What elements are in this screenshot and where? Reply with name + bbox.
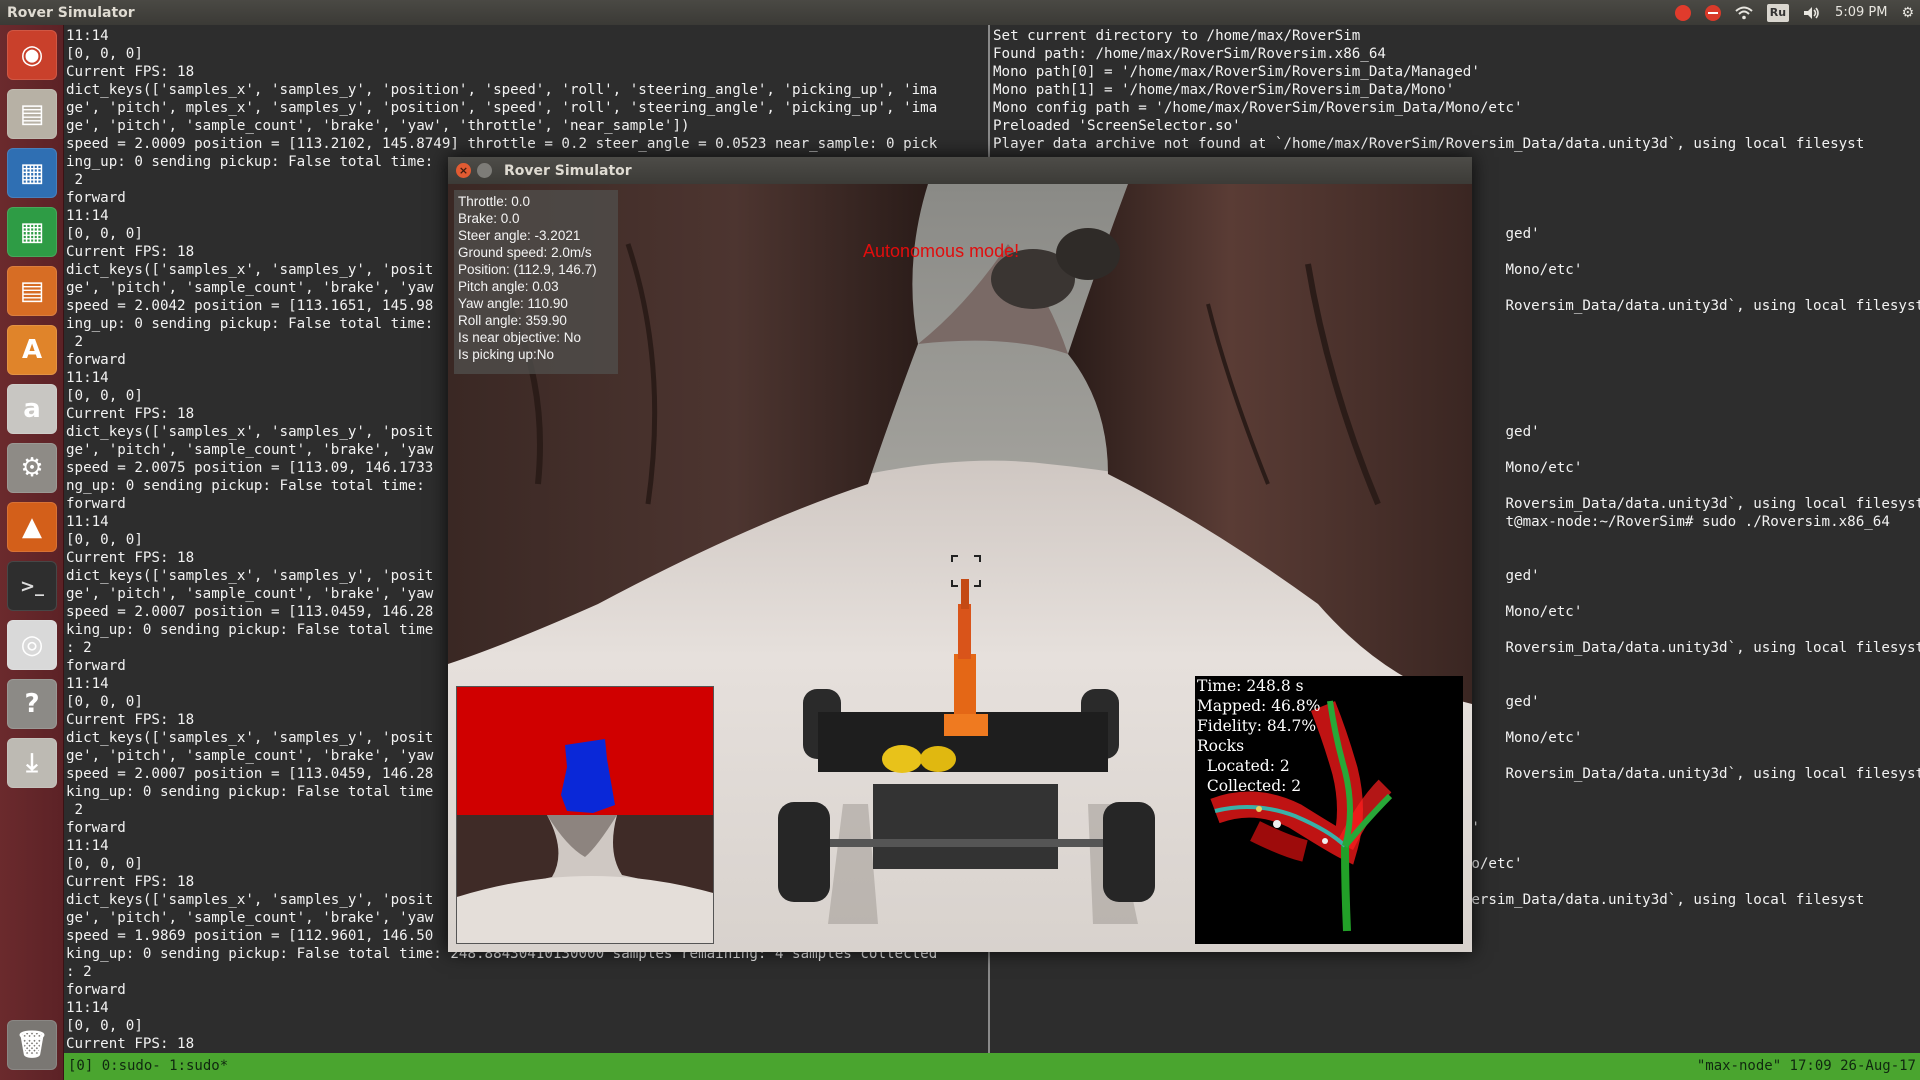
telemetry-line: Pitch angle: 0.03 bbox=[458, 279, 559, 294]
telemetry-panel: Throttle: 0.0 Brake: 0.0 Steer angle: -3.2… bbox=[454, 190, 618, 374]
launcher-vlc-icon[interactable]: ▲ bbox=[7, 502, 57, 552]
terminal-line: Current FPS: 18 bbox=[66, 64, 195, 80]
top-panel: Rover Simulator Ru 5:09 PM ⚙ bbox=[0, 0, 1920, 25]
stat-collected: Collected: 2 bbox=[1197, 777, 1302, 795]
active-app-title: Rover Simulator bbox=[7, 4, 135, 21]
minimize-icon[interactable] bbox=[477, 163, 492, 178]
stat-located: Located: 2 bbox=[1197, 757, 1290, 775]
wifi-icon[interactable] bbox=[1735, 4, 1753, 22]
stat-time: Time: 248.8 s bbox=[1197, 677, 1304, 695]
stat-rocks: Rocks bbox=[1197, 737, 1245, 755]
launcher-impress-icon[interactable]: ▤ bbox=[7, 266, 57, 316]
terminal-line: Mono path[1] = '/home/max/RoverSim/Rover… bbox=[993, 82, 1455, 98]
telemetry-line: Yaw angle: 110.90 bbox=[458, 296, 568, 311]
launcher-ubuntu-dash-icon[interactable]: ◉ bbox=[7, 30, 57, 80]
launcher-system-settings-icon[interactable]: ⚙ bbox=[7, 443, 57, 493]
telemetry-line: Throttle: 0.0 bbox=[458, 194, 531, 209]
stat-fidelity: Fidelity: 84.7% bbox=[1197, 717, 1317, 735]
terminal-line: speed = 2.0009 position = [113.2102, 145… bbox=[66, 136, 938, 152]
terminal-line: ge', 'pitch', 'sample_count', 'brake', '… bbox=[66, 118, 690, 134]
stat-mapped: Mapped: 46.8% bbox=[1197, 697, 1321, 715]
window-titlebar[interactable]: × Rover Simulator bbox=[448, 157, 1472, 184]
launcher-install-icon[interactable]: ⤓ bbox=[7, 738, 57, 788]
terminal-line: 11:14 bbox=[66, 1000, 109, 1016]
tmux-window-list[interactable]: [0] 0:sudo- 1:sudo* bbox=[68, 1053, 228, 1080]
launcher-calc-icon[interactable]: ▦ bbox=[7, 207, 57, 257]
rover-simulator-window[interactable]: × Rover Simulator Throttle: 0.0 Brake: 0… bbox=[448, 157, 1472, 952]
launcher-help-icon[interactable]: ? bbox=[7, 679, 57, 729]
telemetry-line: Ground speed: 2.0m/s bbox=[458, 245, 592, 260]
launcher-chrome-icon[interactable]: ◎ bbox=[7, 620, 57, 670]
settings-gear-icon[interactable]: ⚙ bbox=[1901, 4, 1914, 22]
launcher-files-icon[interactable]: ▤ bbox=[7, 89, 57, 139]
launcher-writer-icon[interactable]: ▦ bbox=[7, 148, 57, 198]
launcher-terminal-icon[interactable]: >_ bbox=[7, 561, 57, 611]
terminal-line: [0, 0, 0] bbox=[66, 46, 143, 62]
terminal-line: forward bbox=[66, 982, 126, 998]
worldmap-inset: Time: 248.8 s Mapped: 46.8% Fidelity: 84.7… bbox=[1195, 676, 1463, 944]
map-stats: Time: 248.8 s Mapped: 46.8% Fidelity: 84.7… bbox=[1197, 676, 1320, 796]
close-icon[interactable]: × bbox=[456, 163, 471, 178]
launcher-trash-icon[interactable]: 🗑 bbox=[7, 1020, 57, 1070]
vision-render bbox=[457, 687, 713, 943]
terminal-line: [0, 0, 0] bbox=[66, 1018, 143, 1034]
mode-label: Autonomous mode! bbox=[863, 241, 1020, 261]
volume-icon[interactable] bbox=[1803, 4, 1821, 22]
rover-vision-inset bbox=[456, 686, 714, 944]
terminal-line: dict_keys(['samples_x', 'samples_y', 'po… bbox=[66, 82, 938, 98]
launcher: ◉ ▤ ▦ ▦ ▤ Aa ⚙ ▲ >_ ◎? ⤓ 🗑 bbox=[0, 25, 64, 1080]
telemetry-line: Roll angle: 359.90 bbox=[458, 313, 567, 328]
system-tray: Ru 5:09 PM ⚙ bbox=[1674, 0, 1914, 25]
telemetry-line: Steer angle: -3.2021 bbox=[458, 228, 581, 243]
no-entry-icon[interactable] bbox=[1704, 4, 1721, 21]
keyboard-layout-indicator[interactable]: Ru bbox=[1766, 3, 1790, 22]
terminal-line: Player data archive not found at `/home/… bbox=[993, 136, 1865, 152]
tmux-status-bar: [0] 0:sudo- 1:sudo* "max-node" 17:09 26-… bbox=[64, 1053, 1920, 1080]
simulation-viewport[interactable]: Throttle: 0.0 Brake: 0.0 Steer angle: -3.2… bbox=[448, 184, 1472, 952]
launcher-amazon-icon[interactable]: a bbox=[7, 384, 57, 434]
terminal-line: Set current directory to /home/max/Rover… bbox=[993, 28, 1361, 44]
terminal-line: Found path: /home/max/RoverSim/Roversim.… bbox=[993, 46, 1386, 62]
terminal-line: Current FPS: 18 bbox=[66, 1036, 195, 1052]
telemetry-line: Is near objective: No bbox=[458, 330, 582, 345]
telemetry-line: Is picking up:No bbox=[458, 347, 555, 362]
window-title: Rover Simulator bbox=[504, 162, 632, 179]
notification-icon[interactable] bbox=[1674, 4, 1691, 21]
telemetry-line: Position: (112.9, 146.7) bbox=[458, 262, 597, 277]
terminal-line: Preloaded 'ScreenSelector.so' bbox=[993, 118, 1241, 134]
terminal-line: Mono config path = '/home/max/RoverSim/R… bbox=[993, 100, 1523, 116]
clock[interactable]: 5:09 PM bbox=[1835, 4, 1887, 22]
terminal-line: 11:14 bbox=[66, 28, 109, 44]
terminal-line: : 2 bbox=[66, 964, 92, 980]
terminal-line: ge', 'pitch', mples_x', 'samples_y', 'po… bbox=[66, 100, 938, 116]
tmux-host-time: "max-node" 17:09 26-Aug-17 bbox=[1696, 1058, 1916, 1074]
launcher-software-center-icon[interactable]: A bbox=[7, 325, 57, 375]
boulder bbox=[1056, 228, 1120, 280]
telemetry-line: Brake: 0.0 bbox=[458, 211, 520, 226]
terminal-line: Mono path[0] = '/home/max/RoverSim/Rover… bbox=[993, 64, 1480, 80]
